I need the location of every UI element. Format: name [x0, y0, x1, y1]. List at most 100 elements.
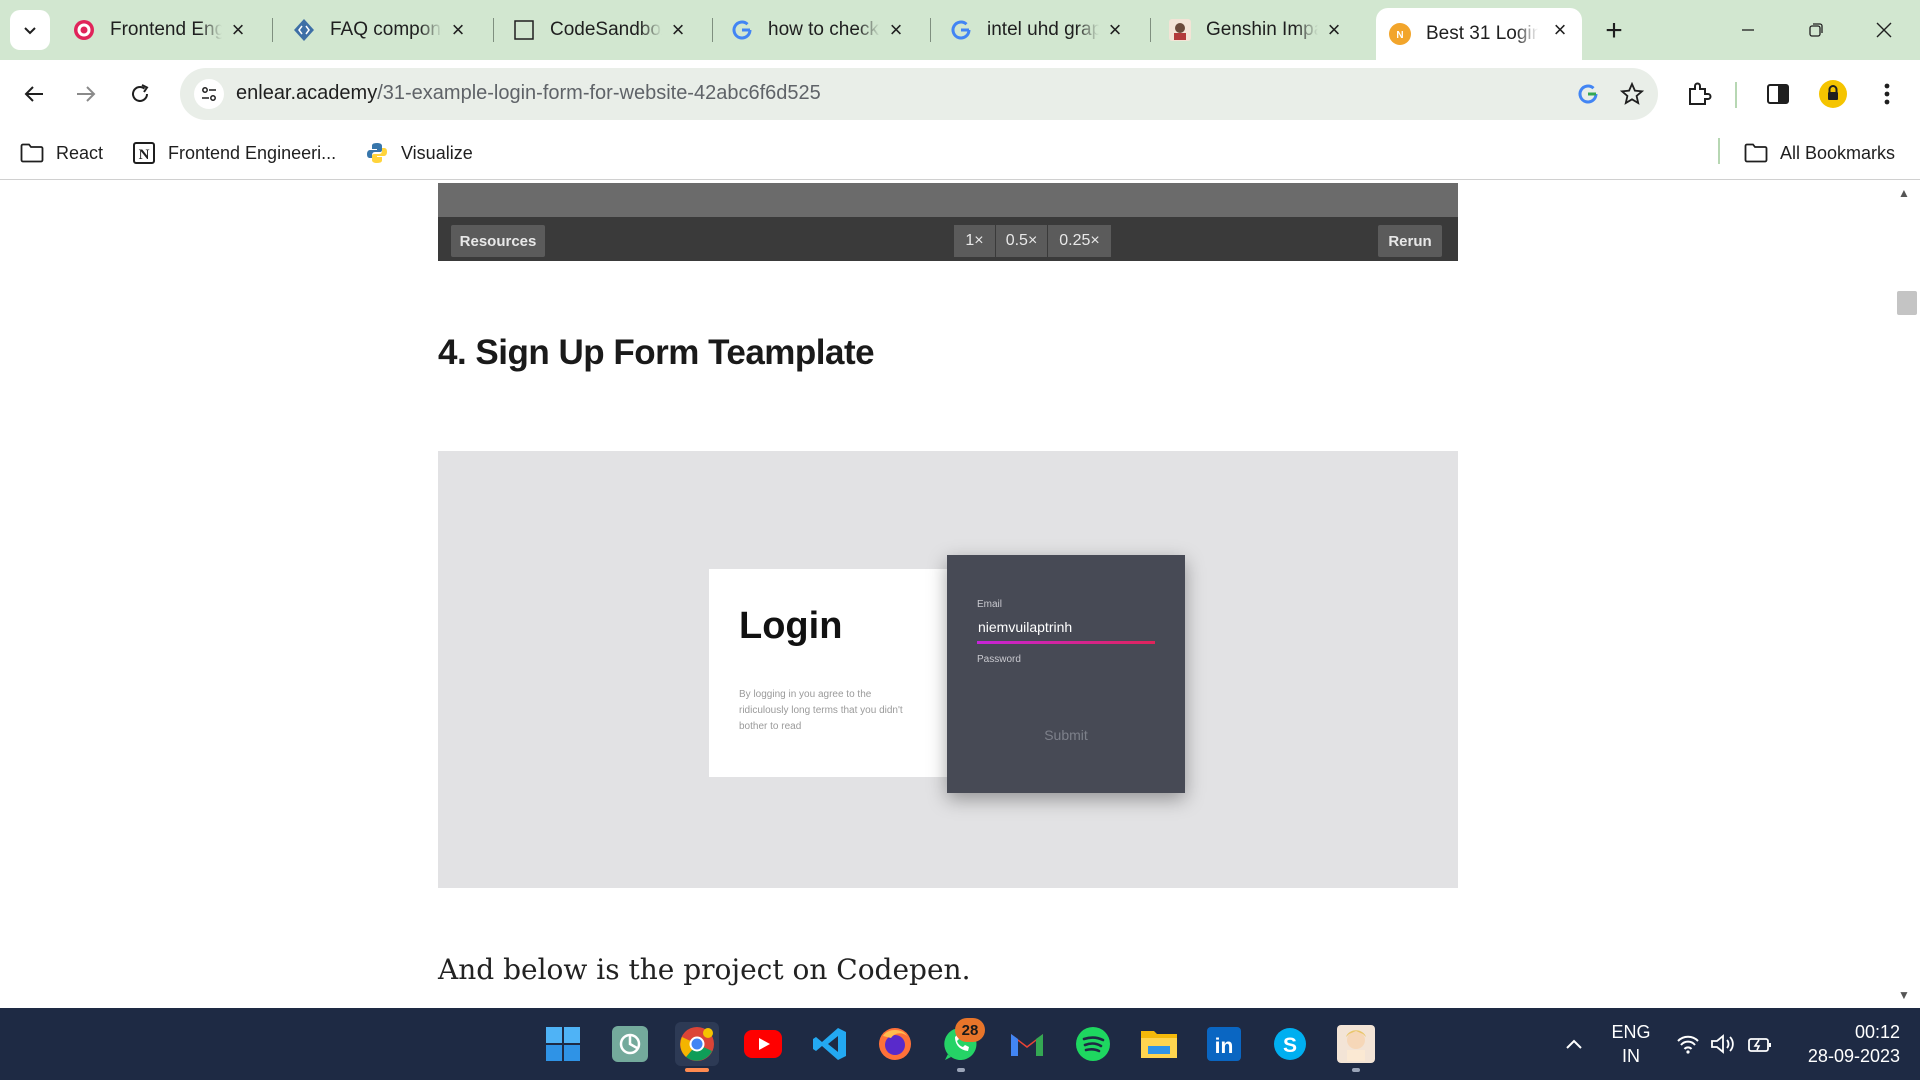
more-vert-icon	[1884, 83, 1890, 105]
address-bar[interactable]: enlear.academy/31-example-login-form-for…	[180, 68, 1658, 120]
tab-separator	[493, 18, 494, 42]
vscode-icon	[813, 1028, 846, 1060]
reload-button[interactable]	[120, 74, 160, 114]
section-heading: 4. Sign Up Form Teamplate	[438, 333, 875, 372]
taskbar-spotify[interactable]	[1071, 1022, 1115, 1066]
google-lens-button[interactable]	[1574, 80, 1602, 108]
back-button[interactable]	[14, 74, 54, 114]
bookmark-label: React	[56, 142, 104, 163]
language-region: IN	[1622, 1046, 1640, 1066]
tab-frontend-eng[interactable]: Frontend Eng ×	[60, 8, 260, 52]
site-info-button[interactable]	[194, 79, 224, 109]
clock[interactable]: 00:12 28-09-2023	[1790, 1020, 1900, 1068]
close-icon[interactable]: ×	[666, 17, 690, 42]
taskbar-youtube[interactable]	[741, 1022, 785, 1066]
bookmark-react[interactable]: React	[20, 138, 103, 168]
restore-icon	[1809, 23, 1823, 37]
clock-date: 28-09-2023	[1807, 1046, 1900, 1066]
new-tab-button[interactable]: +	[1597, 14, 1631, 48]
tab-codesandbox[interactable]: CodeSandbox ×	[500, 8, 700, 52]
volume-icon	[1711, 1034, 1734, 1054]
taskbar-chatgpt[interactable]	[608, 1022, 652, 1066]
code-icon	[292, 18, 316, 42]
show-hidden-icons-button[interactable]	[1554, 1022, 1594, 1066]
close-icon[interactable]: ×	[1322, 17, 1346, 42]
url-path: /31-example-login-form-for-website-42abc…	[377, 82, 821, 104]
tab-separator	[712, 18, 713, 42]
forward-button[interactable]	[66, 74, 106, 114]
google-icon	[949, 18, 973, 42]
taskbar-vscode[interactable]	[808, 1022, 852, 1066]
tab-how-to-check[interactable]: how to check ×	[718, 8, 918, 52]
close-icon[interactable]: ×	[1103, 17, 1127, 42]
genshin-running-indicator	[1352, 1068, 1360, 1072]
tab-faq-component[interactable]: FAQ compone ×	[280, 8, 480, 52]
bookmark-visualize[interactable]: Visualize	[365, 138, 473, 168]
taskbar-linkedin[interactable]: in	[1202, 1022, 1246, 1066]
notion-icon: N	[132, 141, 156, 165]
scroll-up-icon[interactable]: ▲	[1898, 186, 1910, 200]
tab-search-button[interactable]	[10, 10, 50, 50]
taskbar-firefox[interactable]	[873, 1022, 917, 1066]
email-field-underline	[977, 641, 1155, 644]
language-indicator[interactable]: ENG IN	[1606, 1020, 1656, 1068]
tab-title: Genshin Impa	[1206, 19, 1318, 40]
extensions-button[interactable]	[1679, 74, 1719, 114]
rerun-button[interactable]: Rerun	[1378, 225, 1442, 257]
minimize-button[interactable]	[1728, 10, 1768, 50]
taskbar-file-explorer[interactable]	[1137, 1022, 1181, 1066]
forward-arrow-icon	[77, 86, 96, 102]
speed-0-5x-button[interactable]: 0.5×	[996, 225, 1048, 257]
enlear-icon: N	[1388, 22, 1412, 46]
taskbar-chrome[interactable]	[675, 1022, 719, 1066]
tab-title: Frontend Eng	[110, 19, 222, 40]
anime-icon	[1337, 1025, 1375, 1063]
tab-intel-uhd[interactable]: intel uhd grap ×	[937, 8, 1137, 52]
wifi-status[interactable]	[1668, 1022, 1708, 1066]
scroll-down-icon[interactable]: ▼	[1898, 988, 1910, 1002]
toolbar-separator	[1735, 82, 1737, 108]
url-text[interactable]: enlear.academy/31-example-login-form-for…	[236, 82, 821, 105]
bookmark-label: All Bookmarks	[1780, 142, 1896, 163]
close-icon[interactable]: ×	[446, 17, 470, 42]
email-field[interactable]: niemvuilaptrinh	[978, 619, 1072, 635]
restore-button[interactable]	[1796, 10, 1836, 50]
speed-0-25x-button[interactable]: 0.25×	[1048, 225, 1112, 257]
resources-button[interactable]: Resources	[451, 225, 545, 257]
browser-menu-button[interactable]	[1867, 74, 1907, 114]
embed-control-bar: Resources 1× 0.5× 0.25× Rerun	[438, 217, 1458, 261]
close-icon[interactable]: ×	[226, 17, 250, 42]
login-title: Login	[739, 605, 843, 647]
speed-1x-button[interactable]: 1×	[954, 225, 996, 257]
tab-title: how to check	[768, 19, 879, 40]
tune-icon	[202, 87, 216, 101]
side-panel-button[interactable]	[1758, 74, 1798, 114]
demo-preview: Login By logging in you agree to the rid…	[438, 451, 1458, 888]
youtube-icon	[744, 1030, 782, 1058]
taskbar-genshin[interactable]	[1334, 1022, 1378, 1066]
profile-button[interactable]	[1813, 74, 1853, 114]
tab-genshin[interactable]: Genshin Impa ×	[1156, 8, 1356, 52]
gmail-icon	[1011, 1034, 1043, 1056]
close-window-button[interactable]	[1864, 10, 1904, 50]
bookmark-star-button[interactable]	[1618, 80, 1646, 108]
taskbar-skype[interactable]: S	[1268, 1022, 1312, 1066]
bookmark-frontend-engineering[interactable]: N Frontend Engineeri...	[132, 138, 336, 168]
battery-status[interactable]	[1740, 1022, 1780, 1066]
volume-status[interactable]	[1703, 1022, 1743, 1066]
page-viewport: Resources 1× 0.5× 0.25× Rerun 4. Sign Up…	[0, 181, 1920, 1008]
python-icon	[365, 141, 389, 165]
star-icon	[1620, 82, 1644, 105]
submit-button[interactable]: Submit	[947, 727, 1185, 743]
bookmarks-separator	[1718, 138, 1720, 164]
close-icon[interactable]: ×	[1548, 17, 1572, 42]
back-arrow-icon	[24, 86, 43, 102]
close-icon[interactable]: ×	[884, 17, 908, 42]
google-icon	[1578, 84, 1598, 104]
login-card: Login By logging in you agree to the rid…	[709, 569, 949, 777]
tab-best-31-login[interactable]: N Best 31 Login ×	[1376, 8, 1582, 60]
taskbar-gmail[interactable]	[1005, 1022, 1049, 1066]
scrollbar-thumb[interactable]	[1897, 291, 1917, 315]
all-bookmarks-button[interactable]: All Bookmarks	[1744, 138, 1895, 168]
start-button[interactable]	[541, 1022, 585, 1066]
